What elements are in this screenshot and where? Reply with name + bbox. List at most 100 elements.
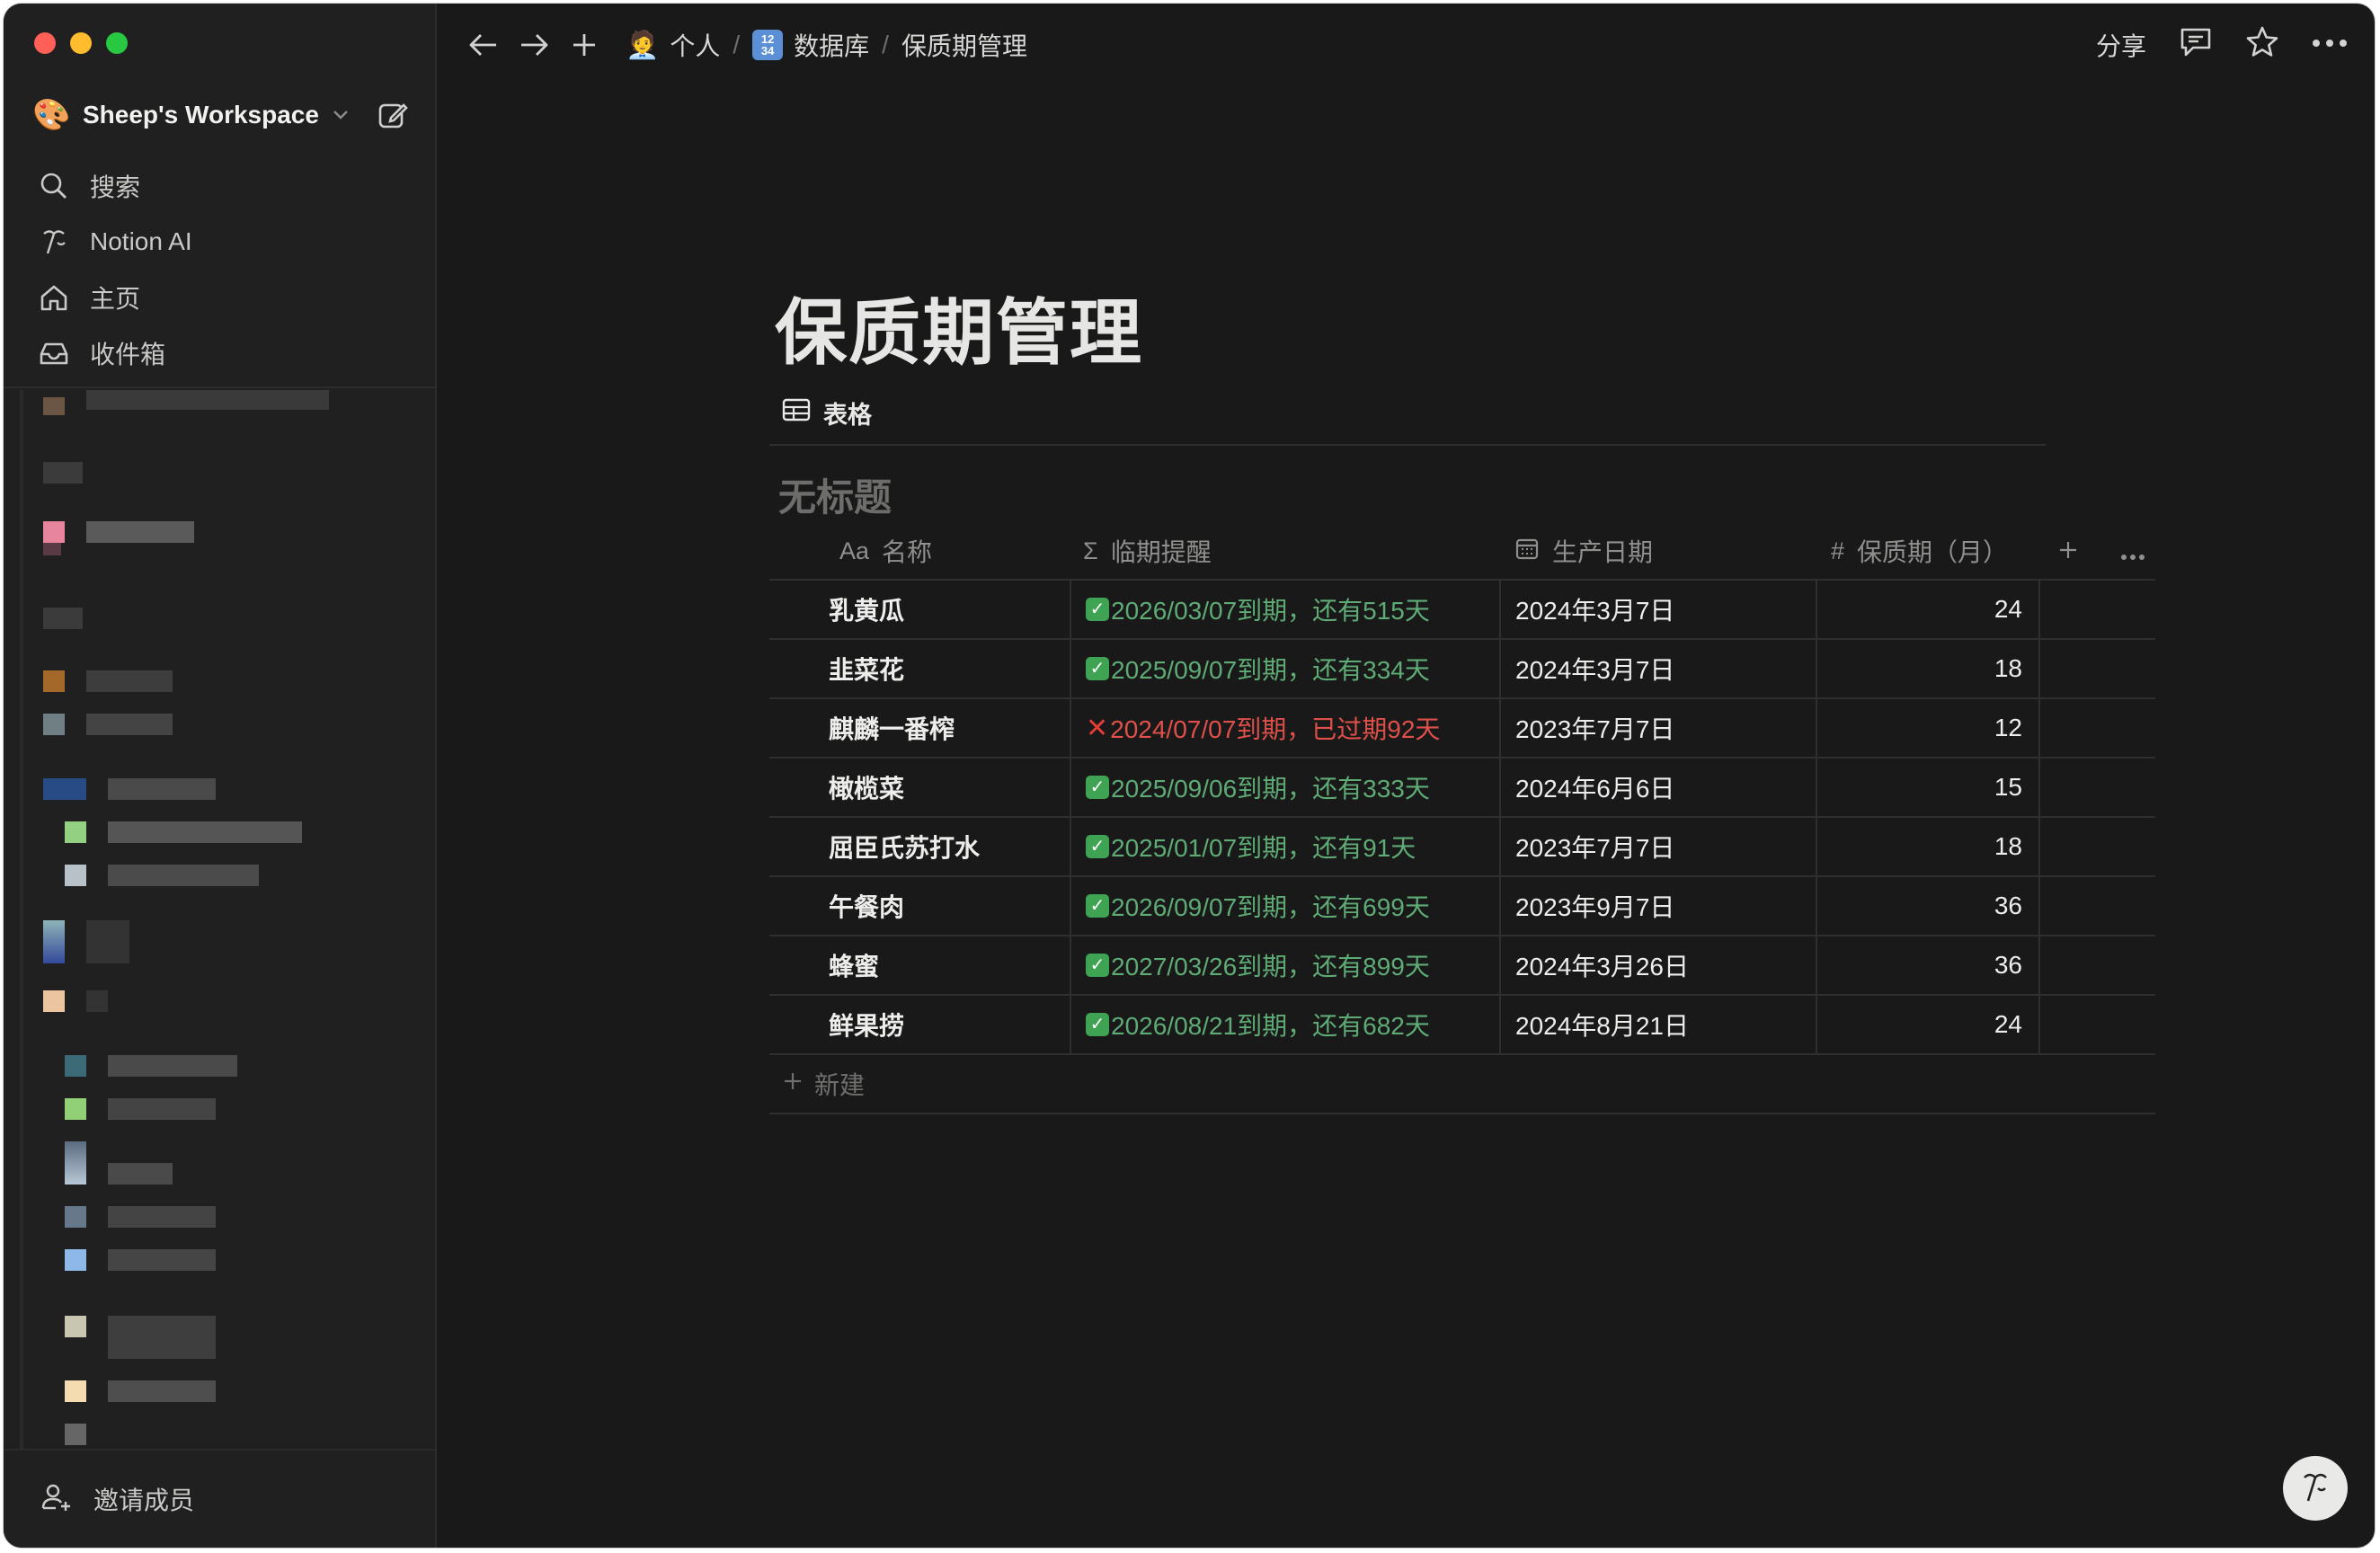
column-header-date[interactable]: 生产日期 xyxy=(1500,523,1816,581)
new-row[interactable]: 新建 xyxy=(769,1054,2155,1114)
cell-remind[interactable]: ✓ 2026/09/07到期，还有699天 xyxy=(1070,876,1500,936)
cell-remind[interactable]: ✓ 2025/01/07到期，还有91天 xyxy=(1070,817,1500,877)
cell-remind[interactable]: ✓ 2027/03/26到期，还有899天 xyxy=(1070,936,1500,996)
check-mark-icon: ✓ xyxy=(1086,657,1109,680)
notion-ai-face-icon xyxy=(2296,1467,2335,1511)
sidebar: 🎨 Sheep's Workspace 搜索 Notion AI 主页 收件箱 … xyxy=(4,4,437,1548)
cell-value: 橄榄菜 xyxy=(829,775,905,803)
new-row-label: 新建 xyxy=(814,1071,866,1099)
cell-value: 2027/03/26到期，还有899天 xyxy=(1111,953,1430,981)
cell-date[interactable]: 2024年3月7日 xyxy=(1499,580,1816,640)
cell-empty xyxy=(2038,580,2155,640)
minimize-window-button[interactable] xyxy=(70,32,92,54)
more-options-icon[interactable] xyxy=(2312,37,2348,53)
plus-icon xyxy=(782,1069,804,1098)
cell-remind[interactable]: ✓ 2025/09/07到期，还有334天 xyxy=(1070,639,1500,699)
column-header-label: 生产日期 xyxy=(1552,538,1654,566)
cell-date[interactable]: 2024年3月7日 xyxy=(1499,639,1816,699)
forward-arrow-icon[interactable] xyxy=(514,25,554,65)
cell-name[interactable]: 屈臣氏苏打水 xyxy=(769,817,1070,877)
table-row[interactable]: 乳黄瓜 ✓ 2026/03/07到期，还有515天 2024年3月7日 24 xyxy=(769,580,2155,640)
cell-name[interactable]: 午餐肉 xyxy=(769,876,1070,936)
cell-value: 乳黄瓜 xyxy=(829,597,905,625)
table-row[interactable]: 麒麟一番榨 ✕ 2024/07/07到期，已过期92天 2023年7月7日 12 xyxy=(769,698,2155,759)
new-page-icon[interactable] xyxy=(376,97,412,133)
database-table: Aa 名称 Σ 临期提醒 生产日期 # 保质期（月） 乳黄瓜 ✓ 2026/03… xyxy=(769,523,2155,1114)
breadcrumb-item-personal[interactable]: 🧑‍💼 个人 xyxy=(626,27,720,63)
cell-remind[interactable]: ✓ 2026/03/07到期，还有515天 xyxy=(1070,580,1500,640)
cell-date[interactable]: 2024年3月26日 xyxy=(1499,936,1816,996)
table-row[interactable]: 鲜果捞 ✓ 2026/08/21到期，还有682天 2024年8月21日 24 xyxy=(769,995,2155,1055)
cell-empty xyxy=(2038,936,2155,996)
cell-empty xyxy=(2038,817,2155,877)
check-mark-icon: ✓ xyxy=(1086,954,1109,977)
cell-value: 2026/03/07到期，还有515天 xyxy=(1111,597,1430,625)
sidebar-item-label: Notion AI xyxy=(90,227,192,255)
cell-name[interactable]: 蜂蜜 xyxy=(769,936,1070,996)
cell-value: 2026/09/07到期，还有699天 xyxy=(1111,893,1430,921)
cell-date[interactable]: 2023年9月7日 xyxy=(1499,876,1816,936)
check-mark-icon: ✓ xyxy=(1086,894,1109,918)
cell-date[interactable]: 2023年7月7日 xyxy=(1499,817,1816,877)
cell-name[interactable]: 韭菜花 xyxy=(769,639,1070,699)
cell-remind[interactable]: ✓ 2025/09/06到期，还有333天 xyxy=(1070,758,1500,818)
column-header-remind[interactable]: Σ 临期提醒 xyxy=(1070,523,1500,581)
cell-shelf-life[interactable]: 36 xyxy=(1816,876,2039,936)
cell-shelf-life[interactable]: 24 xyxy=(1816,580,2039,640)
column-header-shelf-life[interactable]: # 保质期（月） xyxy=(1816,523,2039,581)
close-window-button[interactable] xyxy=(34,32,56,54)
share-button[interactable]: 分享 xyxy=(2096,27,2146,63)
chevron-down-icon xyxy=(332,103,350,127)
tab-table-view[interactable]: 表格 xyxy=(782,395,872,430)
inbox-icon xyxy=(36,335,72,371)
workspace-switcher[interactable]: 🎨 Sheep's Workspace xyxy=(32,93,412,137)
star-icon[interactable] xyxy=(2245,25,2279,64)
cell-name[interactable]: 麒麟一番榨 xyxy=(769,698,1070,759)
cell-name[interactable]: 鲜果捞 xyxy=(769,995,1070,1055)
zoom-window-button[interactable] xyxy=(106,32,128,54)
cell-name[interactable]: 乳黄瓜 xyxy=(769,580,1070,640)
sidebar-divider xyxy=(4,386,435,388)
sidebar-item-search[interactable]: 搜索 xyxy=(36,158,192,214)
table-row[interactable]: 橄榄菜 ✓ 2025/09/06到期，还有333天 2024年6月6日 15 xyxy=(769,758,2155,818)
comment-icon[interactable] xyxy=(2179,26,2213,63)
cell-value: 2023年7月7日 xyxy=(1515,715,1675,743)
search-icon xyxy=(36,168,72,204)
table-row[interactable]: 韭菜花 ✓ 2025/09/07到期，还有334天 2024年3月7日 18 xyxy=(769,639,2155,699)
database-title[interactable]: 无标题 xyxy=(778,467,892,522)
column-header-label: 保质期（月） xyxy=(1857,538,2009,566)
cell-shelf-life[interactable]: 24 xyxy=(1816,995,2039,1055)
sidebar-item-home[interactable]: 主页 xyxy=(36,270,192,325)
sidebar-item-notion-ai[interactable]: Notion AI xyxy=(36,214,192,270)
invite-members-button[interactable]: 邀请成员 xyxy=(40,1481,194,1517)
column-header-name[interactable]: Aa 名称 xyxy=(769,523,1070,581)
cell-date[interactable]: 2024年6月6日 xyxy=(1499,758,1816,818)
cell-shelf-life[interactable]: 18 xyxy=(1816,817,2039,877)
cell-shelf-life[interactable]: 36 xyxy=(1816,936,2039,996)
breadcrumb-item-database[interactable]: 12 34 数据库 xyxy=(752,27,869,63)
sidebar-item-inbox[interactable]: 收件箱 xyxy=(36,325,192,381)
notion-ai-help-button[interactable] xyxy=(2283,1456,2348,1521)
table-row[interactable]: 蜂蜜 ✓ 2027/03/26到期，还有899天 2024年3月26日 36 xyxy=(769,936,2155,996)
table-header-row: Aa 名称 Σ 临期提醒 生产日期 # 保质期（月） xyxy=(769,523,2155,581)
page-title[interactable]: 保质期管理 xyxy=(775,275,1143,379)
breadcrumb-item-current-page[interactable]: 保质期管理 xyxy=(901,27,1027,63)
cell-value: 24 xyxy=(1994,1010,2022,1038)
cell-shelf-life[interactable]: 18 xyxy=(1816,639,2039,699)
cell-remind[interactable]: ✕ 2024/07/07到期，已过期92天 xyxy=(1070,698,1500,759)
cell-date[interactable]: 2023年7月7日 xyxy=(1499,698,1816,759)
cell-value: 18 xyxy=(1994,832,2022,860)
table-row[interactable]: 屈臣氏苏打水 ✓ 2025/01/07到期，还有91天 2023年7月7日 18 xyxy=(769,817,2155,877)
table-row[interactable]: 午餐肉 ✓ 2026/09/07到期，还有699天 2023年9月7日 36 xyxy=(769,876,2155,936)
cell-shelf-life[interactable]: 15 xyxy=(1816,758,2039,818)
cell-date[interactable]: 2024年8月21日 xyxy=(1499,995,1816,1055)
numbers-icon: 12 34 xyxy=(752,30,784,60)
cell-name[interactable]: 橄榄菜 xyxy=(769,758,1070,818)
more-options-icon[interactable] xyxy=(2120,535,2145,568)
add-property-icon[interactable] xyxy=(2057,535,2079,568)
cell-remind[interactable]: ✓ 2026/08/21到期，还有682天 xyxy=(1070,995,1500,1055)
cell-value: 蜂蜜 xyxy=(829,953,880,981)
cell-shelf-life[interactable]: 12 xyxy=(1816,698,2039,759)
plus-icon[interactable] xyxy=(564,25,604,65)
back-arrow-icon[interactable] xyxy=(464,25,503,65)
